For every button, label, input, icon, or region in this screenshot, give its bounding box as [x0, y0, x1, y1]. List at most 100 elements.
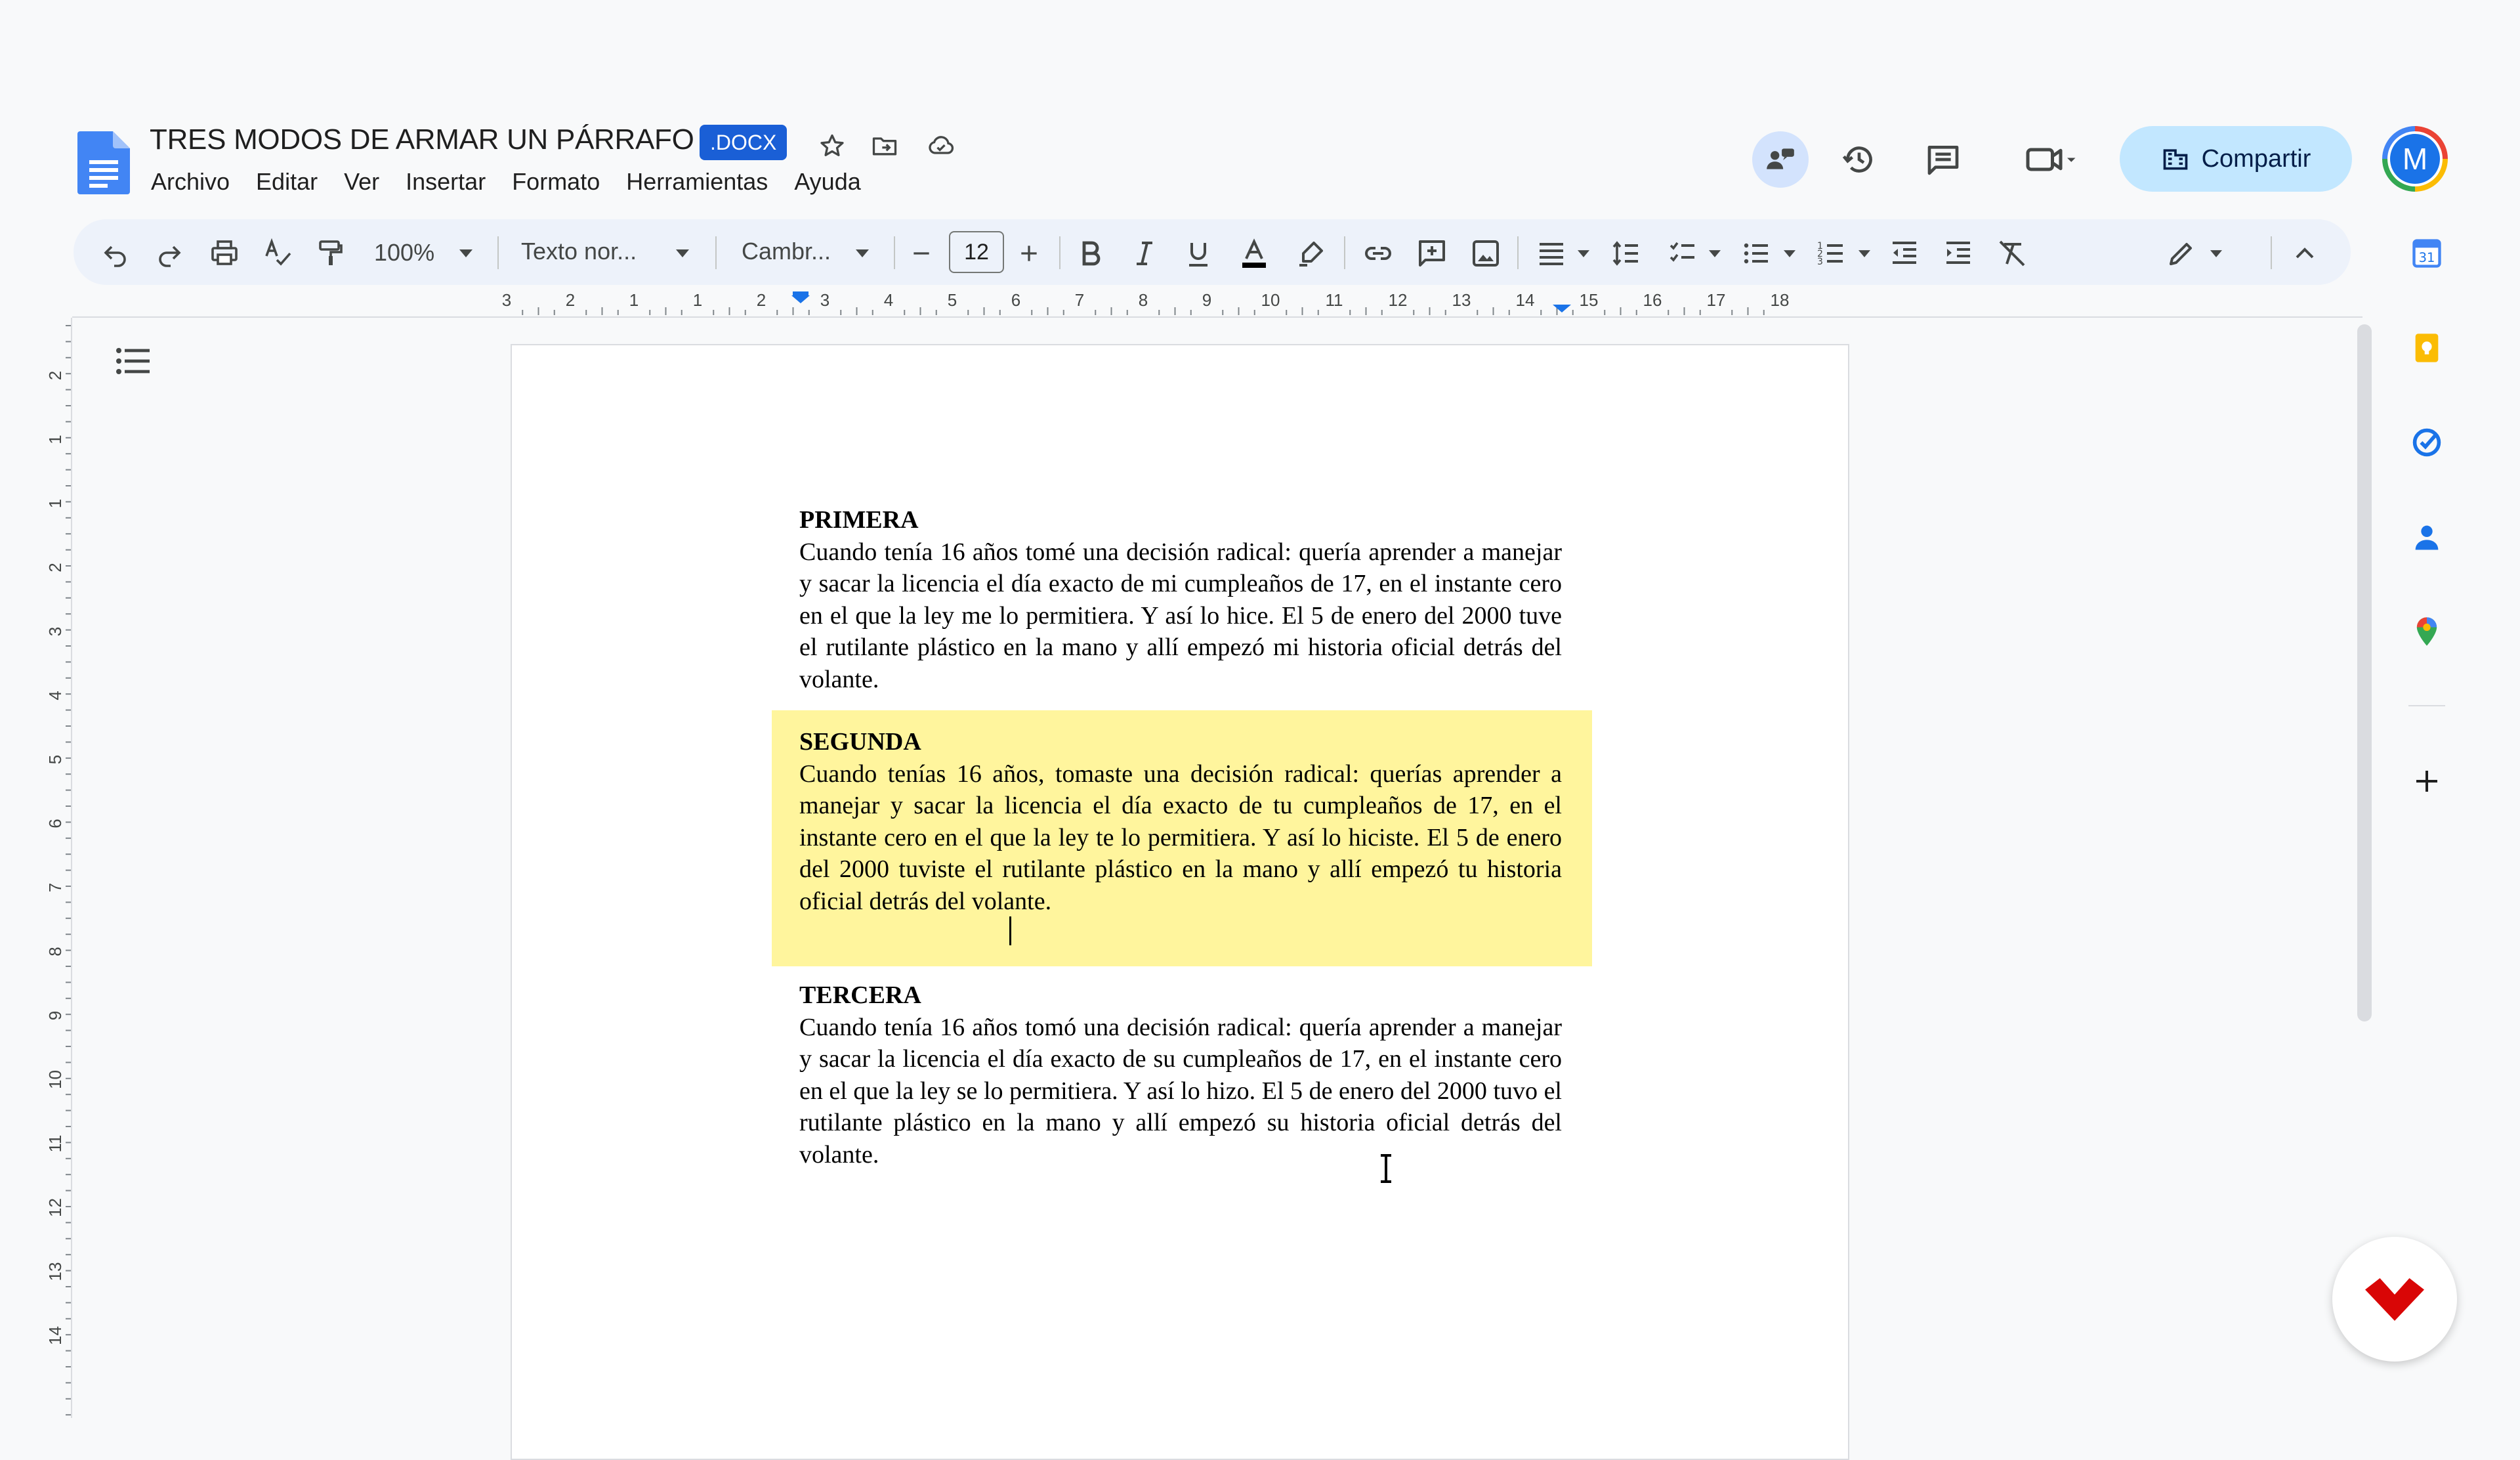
- tasks-icon[interactable]: [2408, 424, 2445, 461]
- vertical-ruler[interactable]: 211234567891011121314: [39, 318, 72, 1418]
- document-outline-icon[interactable]: [116, 347, 150, 376]
- print-icon[interactable]: [206, 235, 243, 272]
- checklist-dropdown-icon[interactable]: [1704, 242, 1726, 265]
- ruler-label: 17: [1707, 290, 1726, 310]
- star-icon[interactable]: [814, 127, 850, 164]
- numbered-dropdown-icon[interactable]: [1853, 242, 1876, 265]
- vertical-ruler-label: 2: [45, 563, 65, 572]
- editing-mode-dropdown-icon[interactable]: [2205, 242, 2227, 265]
- vertical-ruler-label: 13: [45, 1262, 65, 1281]
- redo-icon[interactable]: [151, 235, 188, 272]
- menu-ver[interactable]: Ver: [344, 168, 379, 196]
- ruler-label: 12: [1389, 290, 1408, 310]
- ruler-label: 1: [693, 290, 702, 310]
- menu-herramientas[interactable]: Herramientas: [626, 168, 768, 196]
- font-family-select[interactable]: Cambr...: [742, 238, 831, 265]
- link-icon[interactable]: [1360, 235, 1396, 272]
- first-line-indent-marker[interactable]: [791, 295, 810, 303]
- align-dropdown-icon[interactable]: [1572, 242, 1595, 265]
- vertical-ruler-label: 3: [45, 627, 65, 636]
- font-dropdown-icon[interactable]: [849, 242, 875, 265]
- add-icon[interactable]: [2408, 763, 2445, 800]
- paragraph-primera[interactable]: PRIMERA Cuando tenía 16 años tomé una de…: [799, 504, 1562, 695]
- clear-formatting-icon[interactable]: [1994, 235, 2030, 272]
- menu-ayuda[interactable]: Ayuda: [794, 168, 860, 196]
- vertical-ruler-label: 14: [45, 1326, 65, 1345]
- vertical-ruler-label: 4: [45, 691, 65, 700]
- comments-icon[interactable]: [1915, 131, 1971, 188]
- vertical-ruler-label: 10: [45, 1070, 65, 1089]
- contacts-icon[interactable]: [2408, 519, 2445, 555]
- hide-menus-chevron-up-icon[interactable]: [2286, 235, 2323, 272]
- editing-mode-pencil-icon[interactable]: [2163, 235, 2200, 272]
- increase-indent-icon[interactable]: [1940, 235, 1977, 272]
- undo-icon[interactable]: [97, 235, 134, 272]
- meet-button[interactable]: [2008, 131, 2093, 188]
- ruler-label: 10: [1261, 290, 1280, 310]
- spellcheck-icon[interactable]: [260, 235, 297, 272]
- paragraph-body: Cuando tenía 16 años tomó una decisión r…: [799, 1013, 1562, 1169]
- insert-image-icon[interactable]: [1467, 235, 1504, 272]
- ruler-label: 9: [1202, 290, 1211, 310]
- right-indent-marker[interactable]: [1553, 305, 1571, 312]
- ruler-label: 5: [948, 290, 957, 310]
- align-justify-icon[interactable]: [1533, 235, 1570, 272]
- left-indent-marker[interactable]: [793, 291, 808, 295]
- version-history-icon[interactable]: [1831, 131, 1887, 188]
- zoom-dropdown-icon[interactable]: [453, 242, 479, 265]
- bold-icon[interactable]: [1072, 235, 1109, 272]
- italic-icon[interactable]: [1126, 235, 1163, 272]
- font-size-input[interactable]: 12: [949, 231, 1004, 273]
- brand-logo-icon: [2365, 1278, 2424, 1321]
- docx-badge: .DOCX: [700, 125, 788, 160]
- ruler-label: 3: [820, 290, 830, 310]
- add-comment-icon[interactable]: [1414, 235, 1450, 272]
- keep-icon[interactable]: [2408, 330, 2445, 366]
- menu-editar[interactable]: Editar: [256, 168, 318, 196]
- avatar[interactable]: M: [2382, 126, 2448, 192]
- bullet-dropdown-icon[interactable]: [1778, 242, 1801, 265]
- line-spacing-icon[interactable]: [1608, 235, 1645, 272]
- underline-icon[interactable]: [1180, 235, 1217, 272]
- share-button[interactable]: Compartir: [2120, 126, 2352, 192]
- floating-brand-button[interactable]: [2332, 1237, 2457, 1362]
- avatar-letter: M: [2390, 134, 2440, 184]
- bulleted-list-icon[interactable]: [1738, 235, 1774, 272]
- document-title[interactable]: TRES MODOS DE ARMAR UN PÁRRAFO: [150, 123, 694, 156]
- people-chat-icon: [1767, 148, 1794, 169]
- paragraph-style-select[interactable]: Texto nor...: [521, 238, 637, 265]
- paragraph-body: Cuando tenía 16 años tomé una decisión r…: [799, 538, 1562, 693]
- ruler-label: 6: [1011, 290, 1020, 310]
- highlight-color-icon[interactable]: [1293, 235, 1330, 272]
- menu-archivo[interactable]: Archivo: [151, 168, 230, 196]
- checklist-icon[interactable]: [1664, 235, 1701, 272]
- increase-font-size-icon[interactable]: [1011, 235, 1047, 272]
- style-dropdown-icon[interactable]: [669, 242, 696, 265]
- move-folder-icon[interactable]: [866, 127, 903, 164]
- cloud-saved-icon[interactable]: [921, 127, 961, 164]
- text-cursor: [1009, 916, 1011, 945]
- text-color-icon[interactable]: [1234, 234, 1274, 273]
- decrease-font-size-icon[interactable]: [903, 235, 940, 272]
- menu-insertar[interactable]: Insertar: [406, 168, 486, 196]
- paragraph-heading: TERCERA: [799, 981, 921, 1009]
- editors-presence-button[interactable]: [1752, 131, 1809, 188]
- ruler-label: 15: [1580, 290, 1599, 310]
- maps-icon[interactable]: [2408, 613, 2445, 650]
- decrease-indent-icon[interactable]: [1886, 235, 1923, 272]
- menu-formato[interactable]: Formato: [512, 168, 600, 196]
- ruler-label: 16: [1643, 290, 1662, 310]
- docs-logo-icon[interactable]: [77, 131, 130, 194]
- vertical-scrollbar[interactable]: [2357, 324, 2372, 1021]
- calendar-icon[interactable]: 31: [2408, 235, 2445, 272]
- paragraph-heading: PRIMERA: [799, 506, 919, 534]
- paint-format-icon[interactable]: [312, 235, 349, 272]
- paragraph-tercera[interactable]: TERCERA Cuando tenía 16 años tomó una de…: [799, 979, 1562, 1170]
- numbered-list-icon[interactable]: 123: [1813, 235, 1849, 272]
- building-icon: [2163, 149, 2187, 170]
- paragraph-segunda[interactable]: SEGUNDA Cuando tenías 16 años, tomaste u…: [799, 726, 1562, 917]
- horizontal-ruler[interactable]: 3 2 1 1 2 3 4 5 6 7 8 9 10 11 12 13 14 15 16 17 18: [486, 289, 1864, 315]
- vertical-ruler-label: 5: [45, 755, 65, 764]
- svg-text:3: 3: [1817, 257, 1823, 267]
- zoom-value[interactable]: 100%: [374, 239, 434, 267]
